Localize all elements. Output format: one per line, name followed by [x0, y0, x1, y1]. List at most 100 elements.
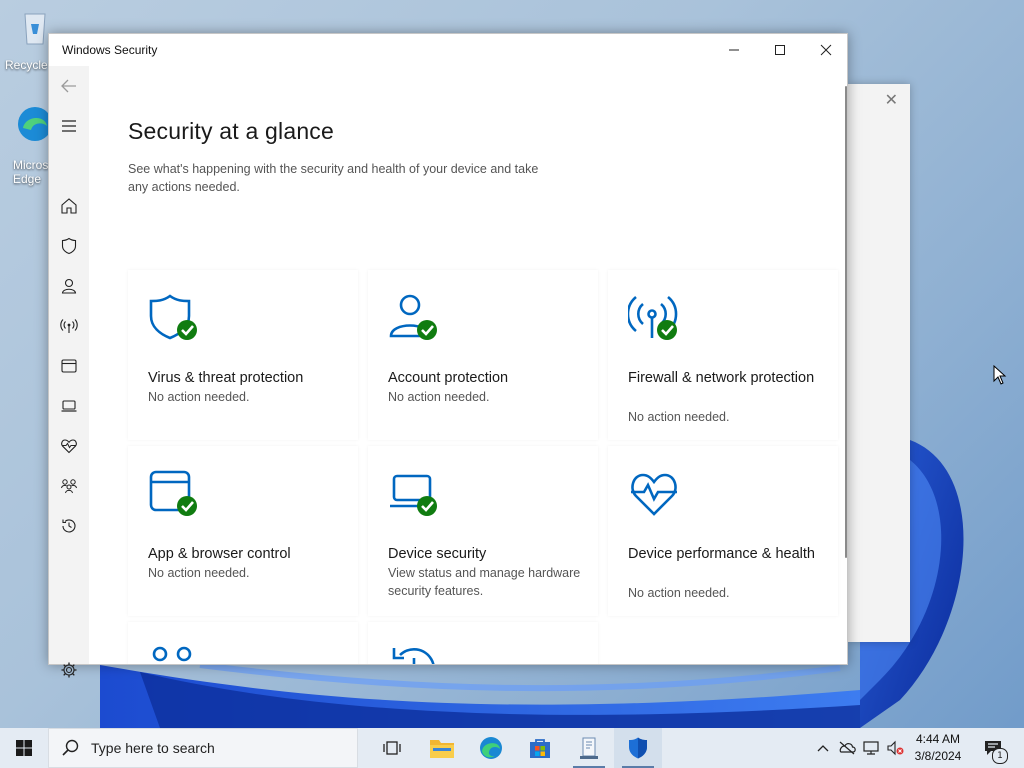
minimize-icon	[729, 49, 739, 51]
heart-pulse-icon	[631, 473, 677, 516]
family-icon	[61, 479, 77, 494]
antenna-check-icon	[628, 295, 678, 340]
minimize-button[interactable]	[711, 34, 757, 66]
card-title: Virus & threat protection	[148, 370, 304, 386]
time-text: 4:44 AM	[915, 732, 961, 746]
family-icon	[152, 646, 192, 662]
back-button[interactable]	[49, 66, 89, 106]
person-check-icon	[389, 294, 437, 340]
close-icon[interactable]: ✕	[885, 90, 898, 109]
file-explorer-button[interactable]	[418, 728, 466, 768]
card-status: No action needed.	[148, 566, 250, 580]
onedrive-button[interactable]	[836, 728, 858, 768]
edge-button[interactable]	[467, 728, 515, 768]
laptop-check-icon	[390, 474, 437, 516]
windows-logo-icon	[16, 740, 32, 756]
microsoft-store-button[interactable]	[516, 728, 564, 768]
start-button[interactable]	[0, 728, 48, 768]
card-title: Device performance & health	[628, 546, 815, 562]
notifications-button[interactable]: 1	[978, 728, 1008, 768]
person-icon	[61, 278, 77, 294]
show-hidden-icons-button[interactable]	[812, 728, 834, 768]
browser-window-icon	[61, 359, 77, 373]
card-status: No action needed.	[628, 410, 730, 424]
back-arrow-icon	[61, 79, 76, 93]
card-protection-history[interactable]	[368, 622, 598, 664]
navigation-sidebar	[49, 66, 89, 678]
chevron-up-icon	[817, 745, 829, 752]
menu-button[interactable]	[49, 106, 89, 146]
sidebar-item-history[interactable]	[49, 506, 89, 546]
card-family-options[interactable]	[128, 622, 358, 664]
search-placeholder: Type here to search	[91, 740, 215, 756]
maximize-icon	[775, 45, 785, 55]
card-status: No action needed.	[628, 586, 730, 600]
card-status: View status and manage hardware security…	[388, 566, 581, 598]
hamburger-icon	[62, 120, 76, 132]
history-icon	[392, 648, 435, 664]
card-firewall-network-protection[interactable]: Firewall & network protection No action …	[608, 270, 838, 440]
task-view-button[interactable]	[368, 728, 416, 768]
card-status: No action needed.	[388, 390, 490, 404]
cloud-offline-icon	[839, 741, 856, 755]
notification-count-badge: 1	[992, 748, 1008, 764]
history-icon	[62, 519, 76, 533]
clock[interactable]: 4:44 AM 3/8/2024	[906, 731, 970, 765]
close-button[interactable]	[803, 34, 849, 66]
card-device-performance-health[interactable]: Device performance & health No action ne…	[608, 446, 838, 616]
card-status: No action needed.	[148, 390, 250, 404]
home-icon	[61, 198, 77, 214]
volume-muted-icon	[887, 740, 904, 756]
sidebar-item-account[interactable]	[49, 266, 89, 306]
title-bar[interactable]: Windows Security	[49, 34, 847, 66]
taskbar: Type here to search 4:44 AM 3/8/2024 1	[0, 728, 1024, 768]
sidebar-item-virus-threat[interactable]	[49, 226, 89, 266]
mouse-cursor-icon	[993, 365, 1007, 385]
sidebar-item-settings[interactable]	[49, 650, 89, 690]
network-icon	[863, 741, 879, 755]
card-title: Account protection	[388, 370, 509, 386]
page-title: Security at a glance	[128, 118, 335, 144]
card-account-protection[interactable]: Account protection No action needed.	[368, 270, 598, 440]
windows-security-window: Windows Security Security at a glance Se…	[48, 33, 848, 678]
browser-check-icon	[149, 470, 197, 516]
vertical-scrollbar[interactable]	[845, 86, 847, 558]
card-virus-threat-protection[interactable]: Virus & threat protection No action need…	[128, 270, 358, 440]
close-icon	[820, 44, 832, 56]
main-content: Security at a glance See what's happenin…	[89, 66, 841, 664]
heart-pulse-icon	[61, 439, 77, 454]
shield-icon	[61, 237, 77, 255]
network-button[interactable]	[860, 728, 882, 768]
edge-icon	[480, 737, 502, 759]
card-app-browser-control[interactable]: App & browser control No action needed.	[128, 446, 358, 616]
sidebar-item-home[interactable]	[49, 186, 89, 226]
maximize-button[interactable]	[757, 34, 803, 66]
sidebar-item-firewall[interactable]	[49, 306, 89, 346]
page-description: See what's happening with the security a…	[128, 162, 539, 194]
task-view-icon	[383, 741, 401, 755]
sidebar-item-family[interactable]	[49, 466, 89, 506]
window-title: Windows Security	[62, 43, 158, 57]
notepad-icon	[580, 737, 598, 759]
folder-icon	[430, 740, 454, 758]
antenna-icon	[60, 319, 78, 333]
shield-check-icon	[149, 294, 197, 340]
card-title: Firewall & network protection	[628, 370, 815, 386]
card-device-security[interactable]: Device security View status and manage h…	[368, 446, 598, 616]
date-text: 3/8/2024	[914, 749, 962, 763]
notepad-button[interactable]	[565, 728, 613, 768]
card-title: Device security	[388, 546, 487, 562]
taskbar-search[interactable]: Type here to search	[48, 728, 358, 768]
background-window[interactable]: ✕	[848, 84, 910, 642]
sidebar-item-device-performance[interactable]	[49, 426, 89, 466]
sidebar-item-app-browser[interactable]	[49, 346, 89, 386]
card-title: App & browser control	[148, 546, 291, 562]
shield-icon	[629, 737, 647, 759]
windows-security-taskbar-button[interactable]	[614, 728, 662, 768]
store-icon	[530, 739, 550, 758]
laptop-icon	[61, 400, 77, 412]
sidebar-item-device-security[interactable]	[49, 386, 89, 426]
search-icon	[62, 739, 79, 756]
volume-button[interactable]	[884, 728, 906, 768]
gear-icon	[61, 662, 77, 678]
